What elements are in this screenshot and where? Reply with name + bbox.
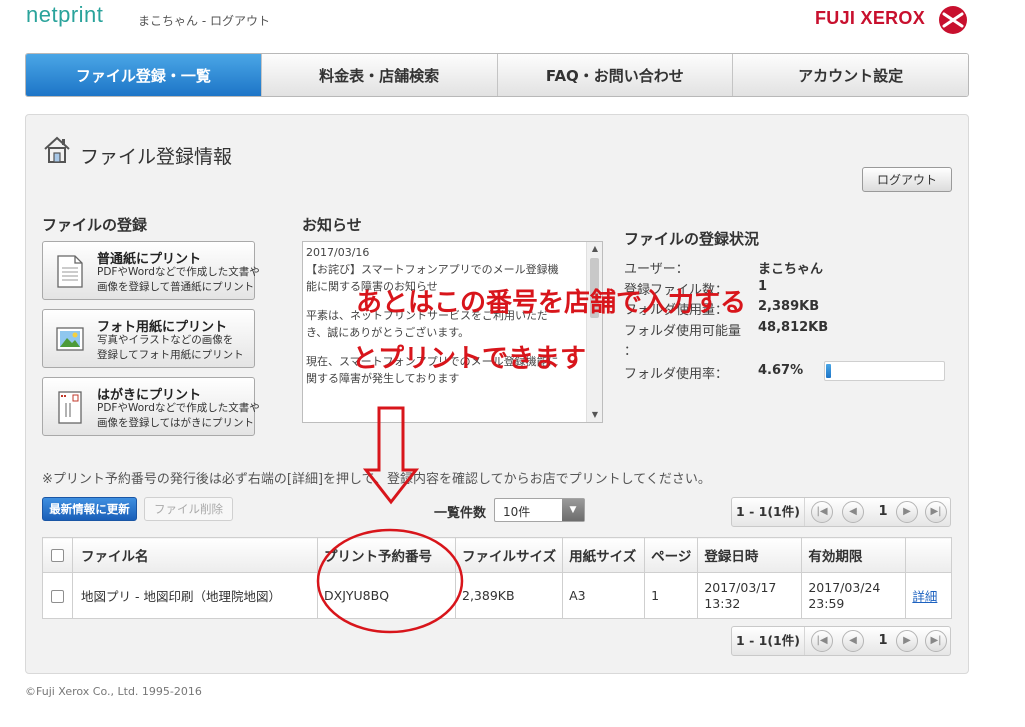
col-file-size[interactable]: ファイルサイズ	[454, 537, 564, 573]
count-select[interactable]: 10件 ▼	[494, 498, 585, 522]
detail-link[interactable]: 詳細	[912, 589, 937, 604]
last-page-icon[interactable]: ▶|	[925, 501, 947, 523]
photo-paper-print-button[interactable]: フォト用紙にプリント 写真やイラストなどの画像を 登録してフォト用紙にプリント	[42, 309, 255, 368]
status-title: ファイルの登録状況	[624, 230, 760, 248]
logout-button[interactable]: ログアウト	[862, 167, 952, 192]
status-rate-label: フォルダ使用率：	[624, 367, 729, 382]
status-used-value: 2,389KB	[758, 299, 820, 314]
postcard-icon	[58, 391, 82, 424]
last-page-icon[interactable]: ▶|	[925, 630, 947, 652]
fuji-xerox-logo-icon	[939, 6, 967, 34]
photo-paper-desc: 写真やイラストなどの画像を 登録してフォト用紙にプリント	[97, 334, 244, 361]
select-all-checkbox[interactable]	[51, 548, 64, 562]
tab-faq-contact[interactable]: FAQ・お問い合わせ	[496, 54, 733, 96]
scroll-up-icon[interactable]: ▲	[587, 242, 602, 256]
file-size-cell: 2,389KB	[454, 572, 564, 619]
tab-price-store-search[interactable]: 料金表・店舗検索	[260, 54, 497, 96]
news-line: 【お詫び】スマートフォンアプリでのメール登録機	[306, 263, 559, 276]
row-checkbox[interactable]	[51, 590, 64, 603]
col-expiry[interactable]: 有効期限	[801, 537, 907, 573]
row-checkbox-cell	[42, 572, 73, 619]
prev-page-icon[interactable]: ◀	[842, 501, 864, 523]
pager-bottom: 1 - 1(1件) |◀ ◀ 1 ▶ ▶|	[731, 626, 951, 656]
chevron-down-icon: ▼	[562, 499, 584, 521]
count-label: 一覧件数	[434, 506, 487, 521]
col-registered[interactable]: 登録日時	[697, 537, 803, 573]
current-page[interactable]: 1	[872, 627, 894, 655]
plain-paper-desc: PDFやWordなどで作成した文書や 画像を登録して普通紙にプリント	[97, 266, 260, 293]
current-page[interactable]: 1	[872, 498, 894, 526]
status-available-label: フォルダ使用可能量	[624, 324, 742, 339]
file-table: ファイル名 プリント予約番号 ファイルサイズ 用紙サイズ ページ 登録日時 有効…	[42, 537, 952, 619]
home-icon	[44, 136, 70, 163]
col-pages[interactable]: ページ	[644, 537, 699, 573]
col-paper-size[interactable]: 用紙サイズ	[562, 537, 646, 573]
plain-paper-print-button[interactable]: 普通紙にプリント PDFやWordなどで作成した文書や 画像を登録して普通紙にプリ…	[42, 241, 260, 300]
first-page-icon[interactable]: |◀	[811, 501, 833, 523]
usage-progress-fill	[826, 364, 831, 378]
news-box[interactable]: 2017/03/16 【お詫び】スマートフォンアプリでのメール登録機 能に関する…	[302, 241, 603, 423]
page-title: ファイル登録情報	[80, 146, 233, 168]
main-tabs: ファイル登録・一覧 料金表・店舗検索 FAQ・お問い合わせ アカウント設定	[25, 53, 969, 97]
col-file-name[interactable]: ファイル名	[72, 537, 318, 573]
scroll-down-icon[interactable]: ▼	[587, 408, 602, 422]
pager-info: 1 - 1(1件)	[732, 627, 805, 655]
netprint-logo[interactable]: netprint	[26, 2, 103, 28]
notice-text: ※プリント予約番号の発行後は必ず右端の[詳細]を押して、登録内容を確認してからお…	[42, 472, 711, 487]
pager-top: 1 - 1(1件) |◀ ◀ 1 ▶ ▶|	[731, 497, 951, 527]
photo-icon	[56, 327, 84, 351]
postcard-print-button[interactable]: はがきにプリント PDFやWordなどで作成した文書や 画像を登録してはがきにプリ…	[42, 377, 260, 436]
table-header-row: ファイル名 プリント予約番号 ファイルサイズ 用紙サイズ ページ 登録日時 有効…	[42, 537, 952, 573]
refresh-button[interactable]: 最新情報に更新	[42, 497, 137, 521]
status-rate-value: 4.67%	[758, 363, 804, 378]
postcard-desc: PDFやWordなどで作成した文書や 画像を登録してはがきにプリント	[97, 402, 260, 429]
news-date: 2017/03/16	[306, 246, 370, 259]
count-select-value: 10件	[503, 505, 531, 519]
paper-size-cell: A3	[562, 572, 646, 619]
header-logout-link[interactable]: ログアウト	[210, 14, 270, 28]
next-page-icon[interactable]: ▶	[896, 501, 918, 523]
usage-progress-bar	[824, 361, 945, 381]
registered-cell: 2017/03/17 13:32	[697, 572, 803, 619]
detail-cell: 詳細	[905, 572, 952, 619]
file-register-title: ファイルの登録	[42, 216, 148, 234]
table-row: 地図プリ - 地図印刷（地理院地図） DXJYU8BQ 2,389KB A3 1…	[42, 572, 952, 619]
tab-file-register[interactable]: ファイル登録・一覧	[26, 54, 261, 96]
expiry-cell: 2017/03/24 23:59	[801, 572, 907, 619]
status-available-colon: ：	[624, 344, 638, 359]
pages-cell: 1	[644, 572, 699, 619]
document-icon	[57, 255, 83, 288]
prev-page-icon[interactable]: ◀	[842, 630, 864, 652]
annotation-text-line1: あとはこの番号を店舗で入力する	[356, 288, 747, 318]
news-scrollbar[interactable]: ▲ ▼	[586, 242, 602, 422]
user-info: まこちゃん - ログアウト	[138, 12, 270, 29]
first-page-icon[interactable]: |◀	[811, 630, 833, 652]
tab-account-settings[interactable]: アカウント設定	[732, 54, 968, 96]
news-title: お知らせ	[302, 216, 362, 234]
fuji-xerox-logo-text: FUJI XEROX	[815, 8, 926, 28]
annotation-text-line2: とプリントできます	[352, 344, 587, 374]
col-reservation[interactable]: プリント予約番号	[317, 537, 456, 573]
status-files-value: 1	[758, 279, 768, 294]
status-user-label: ユーザー：	[624, 262, 689, 277]
copyright: ©Fuji Xerox Co., Ltd. 1995-2016	[25, 685, 202, 698]
next-page-icon[interactable]: ▶	[896, 630, 918, 652]
user-name: まこちゃん	[138, 14, 199, 28]
separator: -	[198, 14, 210, 28]
delete-file-button: ファイル削除	[144, 497, 233, 521]
status-available-value: 48,812KB	[758, 320, 829, 335]
col-detail	[905, 537, 952, 573]
reservation-number-cell: DXJYU8BQ	[317, 572, 456, 619]
status-user-value: まこちゃん	[758, 262, 824, 277]
select-all-cell	[42, 537, 73, 573]
file-name-cell: 地図プリ - 地図印刷（地理院地図）	[72, 572, 318, 619]
pager-info: 1 - 1(1件)	[732, 498, 805, 526]
